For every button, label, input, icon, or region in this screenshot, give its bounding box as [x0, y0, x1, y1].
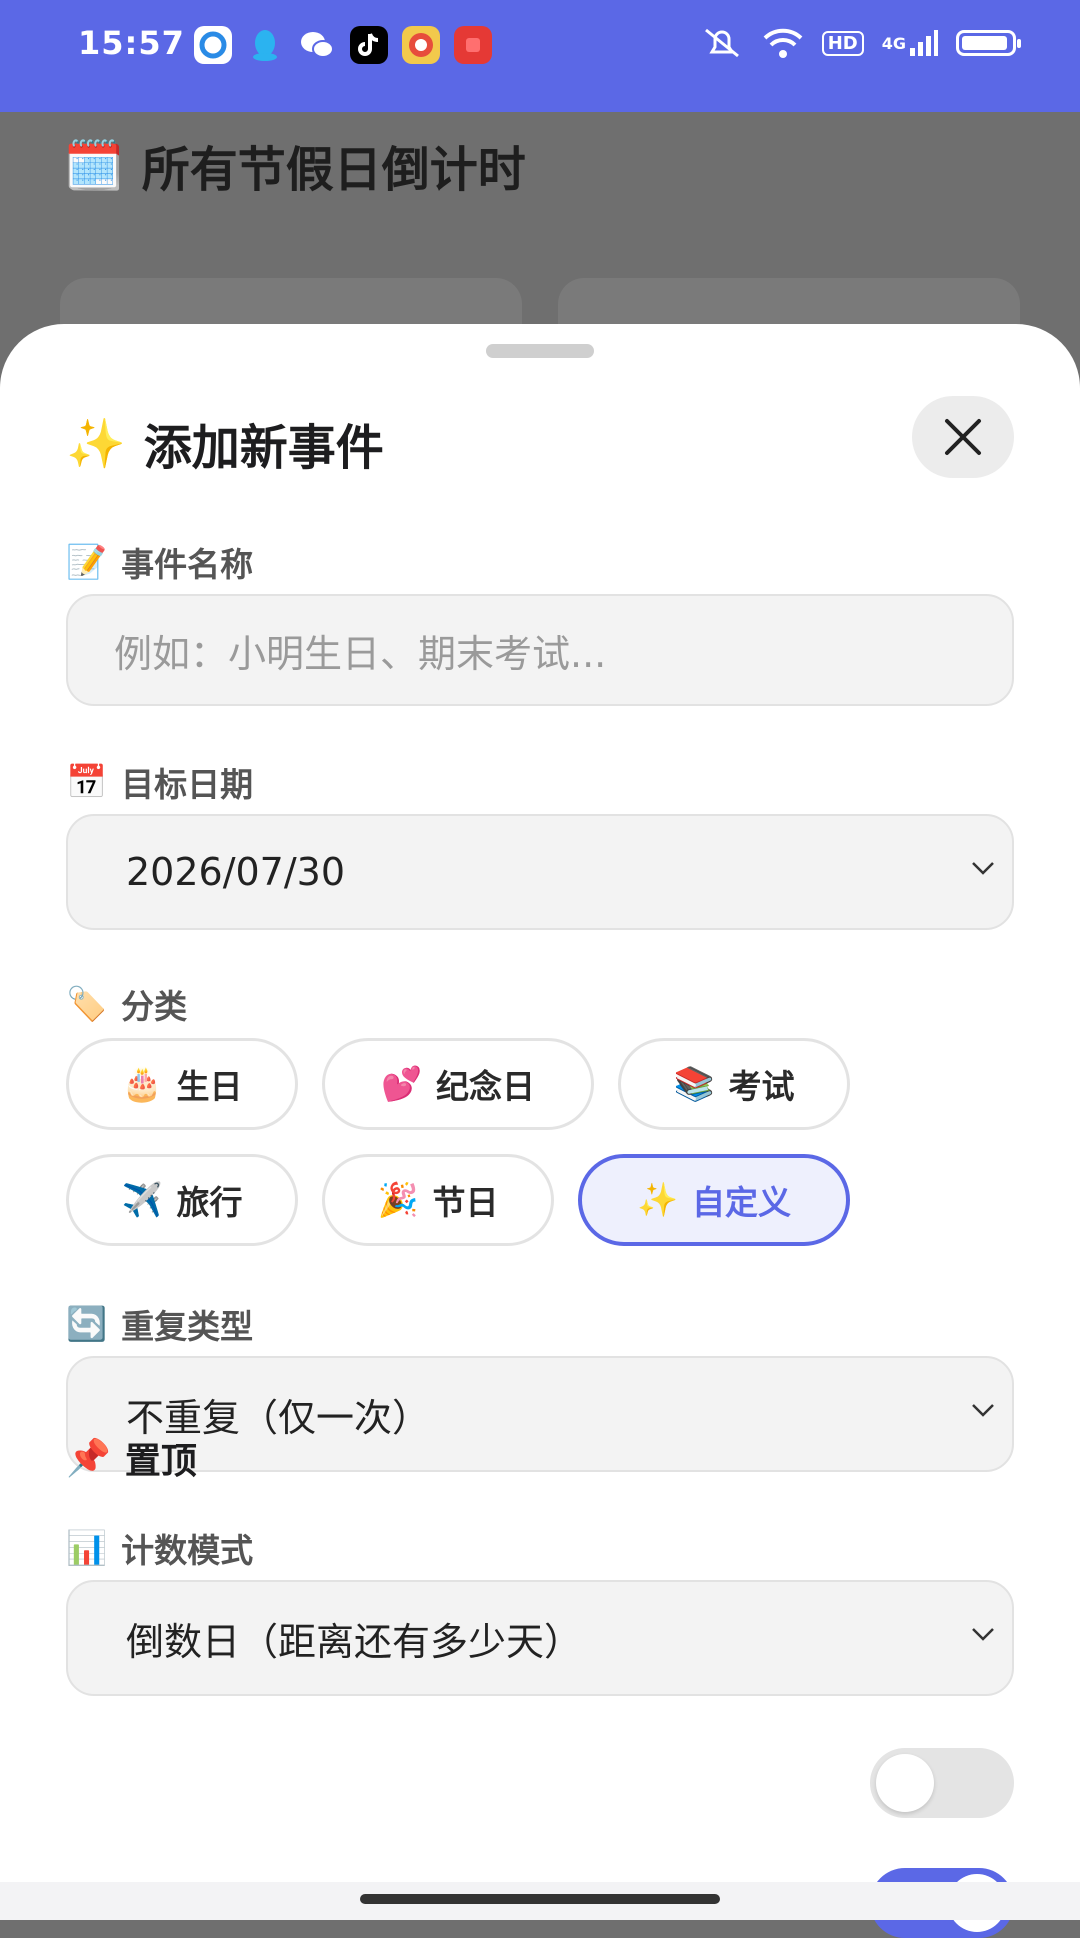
add-event-sheet: ✨ 添加新事件 📝 事件名称 例如：小明生日、期末考试... 📅 目标日期 20…	[0, 324, 1080, 1938]
sheet-title: ✨ 添加新事件	[66, 408, 384, 478]
sparkles-icon: ✨	[66, 415, 126, 472]
books-icon: 📚	[673, 1064, 715, 1103]
category-chip-custom[interactable]: ✨ 自定义	[578, 1154, 850, 1246]
category-chip-travel[interactable]: ✈️ 旅行	[66, 1154, 298, 1246]
target-date-value: 2026/07/30	[126, 850, 346, 894]
bar-chart-icon: 📊	[66, 1528, 108, 1567]
chip-label: 旅行	[176, 1183, 243, 1222]
event-name-placeholder: 例如：小明生日、期末考试...	[114, 631, 607, 676]
status-bar: 15:57 HD 4G	[0, 0, 1080, 112]
browser-app-icon	[194, 26, 232, 64]
close-icon	[945, 419, 981, 455]
status-time: 15:57	[78, 24, 185, 62]
calendar-icon: 📅	[66, 762, 108, 801]
count-mode-value: 倒数日（距离还有多少天）	[126, 1619, 583, 1664]
pin-label: 置顶	[124, 1441, 197, 1482]
notification-icons	[194, 26, 492, 64]
chip-label: 自定义	[692, 1183, 792, 1222]
event-name-label-text: 事件名称	[121, 545, 254, 584]
chevron-down-icon	[972, 862, 994, 875]
toggle-knob	[876, 1754, 934, 1812]
chevron-down-icon	[972, 1628, 994, 1641]
count-mode-label: 📊 计数模式	[66, 1524, 253, 1572]
mute-icon	[700, 26, 744, 60]
count-mode-label-text: 计数模式	[121, 1531, 254, 1570]
category-label-text: 分类	[121, 987, 188, 1026]
category-chip-birthday[interactable]: 🎂 生日	[66, 1038, 298, 1130]
calendar-icon: 🗓️	[64, 137, 124, 194]
navigation-bar	[0, 1882, 1080, 1920]
target-date-input[interactable]: 2026/07/30	[66, 814, 1014, 930]
background-title-text: 所有节假日倒计时	[141, 142, 526, 198]
chip-label: 考试	[728, 1067, 795, 1106]
sheet-drag-handle[interactable]	[486, 344, 594, 358]
game-app-icon	[402, 26, 440, 64]
hd-icon: HD	[821, 26, 864, 60]
signal-icon: 4G	[882, 26, 938, 60]
chip-label: 生日	[176, 1067, 243, 1106]
repeat-type-select[interactable]: 不重复（仅一次）	[66, 1356, 1014, 1472]
count-mode-select[interactable]: 倒数日（距离还有多少天）	[66, 1580, 1014, 1696]
sparkles-icon: ✨	[636, 1180, 679, 1219]
airplane-icon: ✈️	[121, 1180, 163, 1219]
tiktok-app-icon	[350, 26, 388, 64]
red-app-icon	[454, 26, 492, 64]
target-date-label-text: 目标日期	[121, 765, 254, 804]
chevron-down-icon	[972, 1404, 994, 1417]
pushpin-icon: 📌	[66, 1438, 111, 1479]
category-chip-exam[interactable]: 📚 考试	[618, 1038, 850, 1130]
event-name-label: 📝 事件名称	[66, 538, 253, 586]
chip-label: 节日	[432, 1183, 499, 1222]
pin-row: 📌 置顶	[66, 1432, 197, 1484]
sheet-title-text: 添加新事件	[143, 420, 384, 476]
repeat-type-label-text: 重复类型	[121, 1307, 254, 1346]
target-date-label: 📅 目标日期	[66, 758, 253, 806]
wifi-icon	[762, 26, 804, 60]
close-button[interactable]	[912, 396, 1014, 478]
pin-toggle[interactable]	[870, 1748, 1014, 1818]
qq-app-icon	[246, 26, 284, 64]
party-popper-icon: 🎉	[377, 1180, 419, 1219]
battery-icon	[956, 30, 1021, 56]
cake-icon: 🎂	[121, 1064, 163, 1103]
category-label: 🏷️ 分类	[66, 980, 187, 1028]
system-icons: HD 4G	[700, 26, 1021, 60]
repeat-icon: 🔄	[66, 1304, 108, 1343]
memo-icon: 📝	[66, 542, 108, 581]
home-indicator[interactable]	[360, 1894, 720, 1904]
category-chip-anniversary[interactable]: 💕 纪念日	[322, 1038, 594, 1130]
repeat-type-label: 🔄 重复类型	[66, 1300, 253, 1348]
chip-label: 纪念日	[436, 1067, 536, 1106]
category-chip-holiday[interactable]: 🎉 节日	[322, 1154, 554, 1246]
wechat-app-icon	[298, 26, 336, 64]
tag-icon: 🏷️	[66, 984, 108, 1023]
background-page-title: 🗓️ 所有节假日倒计时	[64, 130, 526, 200]
event-name-input[interactable]: 例如：小明生日、期末考试...	[66, 594, 1014, 706]
hearts-icon: 💕	[380, 1064, 423, 1103]
